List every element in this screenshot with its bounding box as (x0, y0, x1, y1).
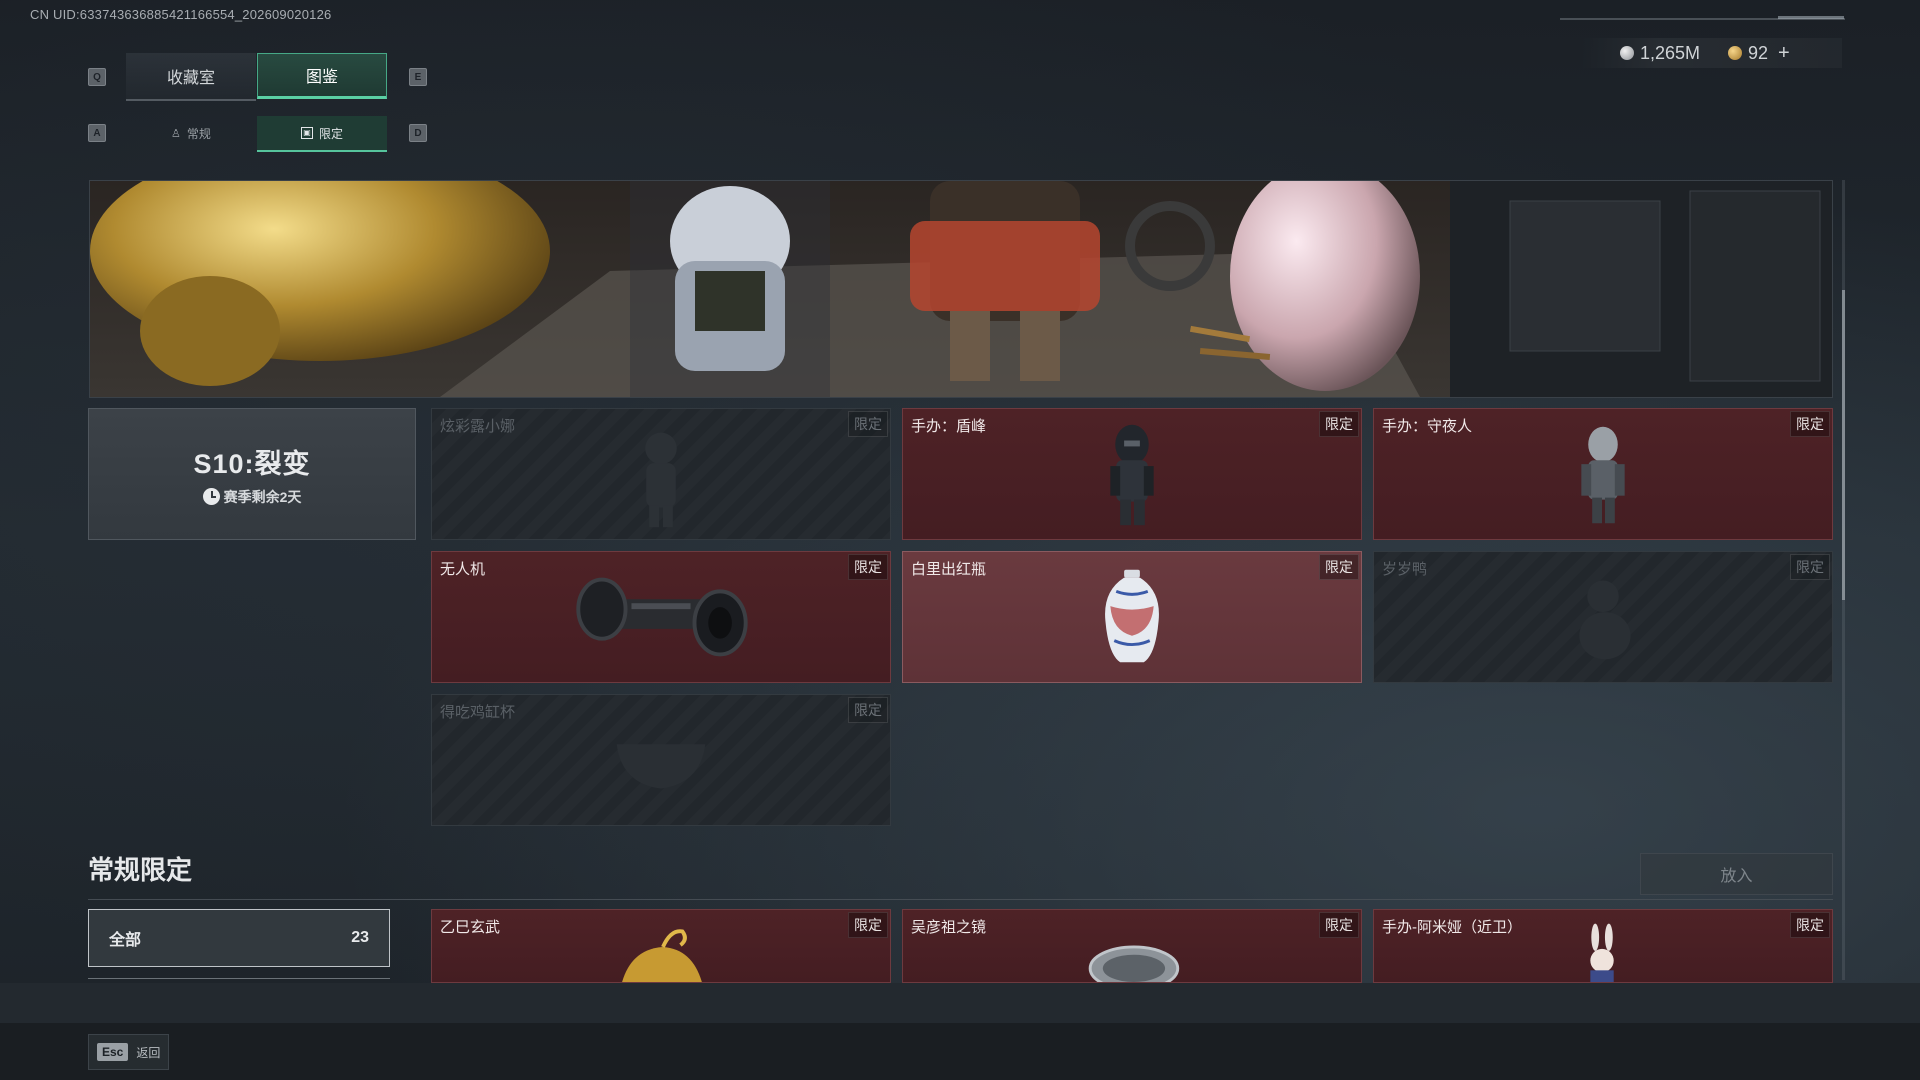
filter-label: 全部 (109, 932, 142, 949)
footer-bar (0, 1023, 1920, 1080)
subtab-prev-key[interactable]: A (88, 124, 106, 142)
filter-all[interactable]: 全部 23 (88, 909, 390, 967)
collectible-card[interactable]: 手办：守夜人 限定 (1373, 408, 1833, 540)
subtab-regular-label: 常规 (186, 126, 211, 141)
limited-badge: 限定 (848, 912, 888, 938)
back-label: 返回 (136, 1045, 161, 1060)
limited-badge: 限定 (1319, 554, 1359, 580)
gold-currency: 92 + (1728, 40, 1790, 66)
limited-badge: 限定 (1790, 554, 1830, 580)
tab-prev-key[interactable]: Q (88, 68, 106, 86)
limited-badge: 限定 (1790, 912, 1830, 938)
gold-coin-icon (1728, 46, 1742, 60)
silver-coin-icon (1620, 46, 1634, 60)
golden-turtle-icon (622, 929, 702, 982)
limited-badge: 限定 (848, 554, 888, 580)
subtab-limited-label: 限定 (318, 126, 343, 141)
season-banner (89, 180, 1833, 398)
section-divider (88, 899, 1833, 900)
content-clip-area (0, 983, 1920, 1023)
card-name: 手办-阿米娅（近卫） (1382, 919, 1522, 936)
tab-catalog[interactable]: 图鉴 (257, 53, 387, 99)
silver-amount: 1,265M (1640, 42, 1701, 63)
limited-icon: ▣ (300, 127, 313, 139)
card-name: 手办：守夜人 (1382, 418, 1473, 435)
card-name: 手办：盾峰 (911, 418, 987, 435)
limited-badge: 限定 (1319, 912, 1359, 938)
drone-icon (576, 577, 748, 657)
subtab-limited[interactable]: ▣ 限定 (257, 116, 387, 152)
silver-currency: 1,265M (1620, 40, 1700, 66)
collectible-card[interactable]: 无人机 限定 (431, 551, 891, 683)
card-name: 炫彩露小娜 (440, 418, 516, 435)
tab-collection-room[interactable]: 收藏室 (126, 53, 256, 101)
subtab-next-key[interactable]: D (409, 124, 427, 142)
card-name: 无人机 (440, 561, 486, 578)
top-divider-accent (1778, 16, 1844, 19)
card-name: 吴彦祖之镜 (911, 919, 987, 936)
limited-badge: 限定 (1790, 411, 1830, 437)
back-button[interactable]: Esc 返回 (88, 1034, 170, 1070)
collectible-card[interactable]: 吴彦祖之镜 限定 (902, 909, 1362, 983)
season-remaining-label: 赛季剩余2天 (223, 488, 302, 505)
section-title: 常规限定 (88, 855, 193, 885)
regular-icon: ♙ (171, 127, 181, 140)
subtab-regular[interactable]: ♙ 常规 (126, 116, 256, 150)
tab-next-key[interactable]: E (409, 68, 427, 86)
season-info: S10:裂变 赛季剩余2天 (88, 408, 416, 540)
card-name: 岁岁鸭 (1382, 561, 1428, 578)
clock-icon (202, 488, 220, 505)
banner-artwork (90, 181, 1832, 397)
player-uid: CN UID:633743636885421166554_20260902012… (30, 7, 332, 22)
collectible-card[interactable]: 白里出红瓶 限定 (902, 551, 1362, 683)
collectible-card[interactable]: 得吃鸡缸杯 限定 (431, 694, 891, 826)
card-name: 乙巳玄武 (440, 919, 501, 936)
scrollbar-thumb[interactable] (1842, 290, 1845, 600)
limited-badge: 限定 (848, 411, 888, 437)
filter-count: 23 (351, 929, 369, 946)
card-name: 白里出红瓶 (911, 561, 987, 578)
esc-key: Esc (97, 1043, 129, 1061)
gold-amount: 92 (1748, 42, 1769, 63)
limited-badge: 限定 (848, 697, 888, 723)
season-remaining: 赛季剩余2天 (202, 487, 302, 507)
put-in-button[interactable]: 放入 (1640, 853, 1833, 895)
card-name: 得吃鸡缸杯 (440, 704, 516, 721)
limited-badge: 限定 (1319, 411, 1359, 437)
collectible-card[interactable]: 炫彩露小娜 限定 (431, 408, 891, 540)
collectible-card[interactable]: 乙巳玄武 限定 (431, 909, 891, 983)
collectible-card[interactable]: 岁岁鸭 限定 (1373, 551, 1833, 683)
silhouette-duck-icon (1579, 580, 1631, 660)
collectible-card[interactable]: 手办-阿米娅（近卫） 限定 (1373, 909, 1833, 983)
add-currency-button[interactable]: + (1778, 42, 1790, 65)
collectible-card[interactable]: 手办：盾峰 限定 (902, 408, 1362, 540)
season-title: S10:裂变 (193, 448, 311, 479)
